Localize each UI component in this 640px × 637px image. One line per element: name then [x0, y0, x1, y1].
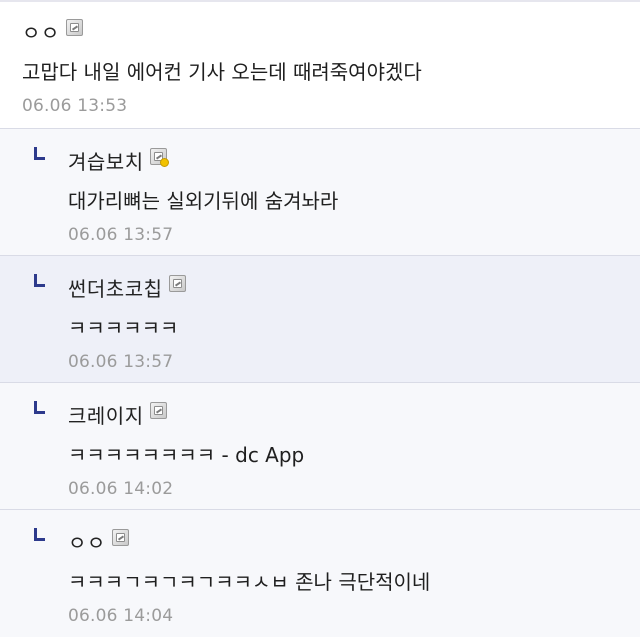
reply-nickname[interactable]: 겨습보치 [68, 146, 144, 175]
reply-timestamp: 06.06 14:04 [68, 606, 174, 626]
reply-nickname[interactable]: 썬더초코칩 [68, 273, 163, 302]
fixed-nick-icon [65, 18, 83, 36]
reply-nickname[interactable]: 크레이지 [68, 400, 144, 429]
reply-text: ㅋㅋㅋㄱㅋㄱㅋㄱㅋㅋㅅㅂ 존나 극단적이네 [68, 570, 431, 594]
comment-text: 고맙다 내일 에어컨 기사 오는데 때려죽여야겠다 [22, 60, 422, 84]
reply-timestamp: 06.06 13:57 [68, 225, 174, 245]
comment-nickname[interactable]: ㅇㅇ [22, 17, 60, 46]
reply-item: 크레이지 ㅋㅋㅋㅋㅋㅋㅋㅋ - dc App 06.06 14:02 [0, 383, 640, 510]
reply-arrow-icon [32, 274, 46, 290]
reply-text: ㅋㅋㅋㅋㅋㅋㅋㅋ - dc App [68, 443, 305, 467]
reply-arrow-icon [32, 528, 46, 544]
reply-text: 대가리뼈는 실외기뒤에 숨겨놔라 [68, 189, 339, 213]
reply-item: 겨습보치 대가리뼈는 실외기뒤에 숨겨놔라 06.06 13:57 [0, 129, 640, 256]
fixed-nick-icon-flagged [149, 147, 169, 167]
comment-item: ㅇㅇ 고맙다 내일 에어컨 기사 오는데 때려죽여야겠다 06.06 13:53 [0, 2, 640, 129]
fixed-nick-icon [149, 401, 167, 419]
reply-arrow-icon [32, 147, 46, 163]
fixed-nick-icon [168, 274, 186, 292]
fixed-nick-icon [111, 528, 129, 546]
reply-item: 썬더초코칩 ㅋㅋㅋㅋㅋㅋ 06.06 13:57 [0, 256, 640, 383]
reply-text: ㅋㅋㅋㅋㅋㅋ [68, 316, 179, 340]
reply-arrow-icon [32, 401, 46, 417]
comment-timestamp: 06.06 13:53 [22, 96, 128, 116]
reply-timestamp: 06.06 13:57 [68, 352, 174, 372]
reply-timestamp: 06.06 14:02 [68, 479, 174, 499]
reply-item: ㅇㅇ ㅋㅋㅋㄱㅋㄱㅋㄱㅋㅋㅅㅂ 존나 극단적이네 06.06 14:04 [0, 510, 640, 637]
reply-nickname[interactable]: ㅇㅇ [68, 527, 106, 556]
